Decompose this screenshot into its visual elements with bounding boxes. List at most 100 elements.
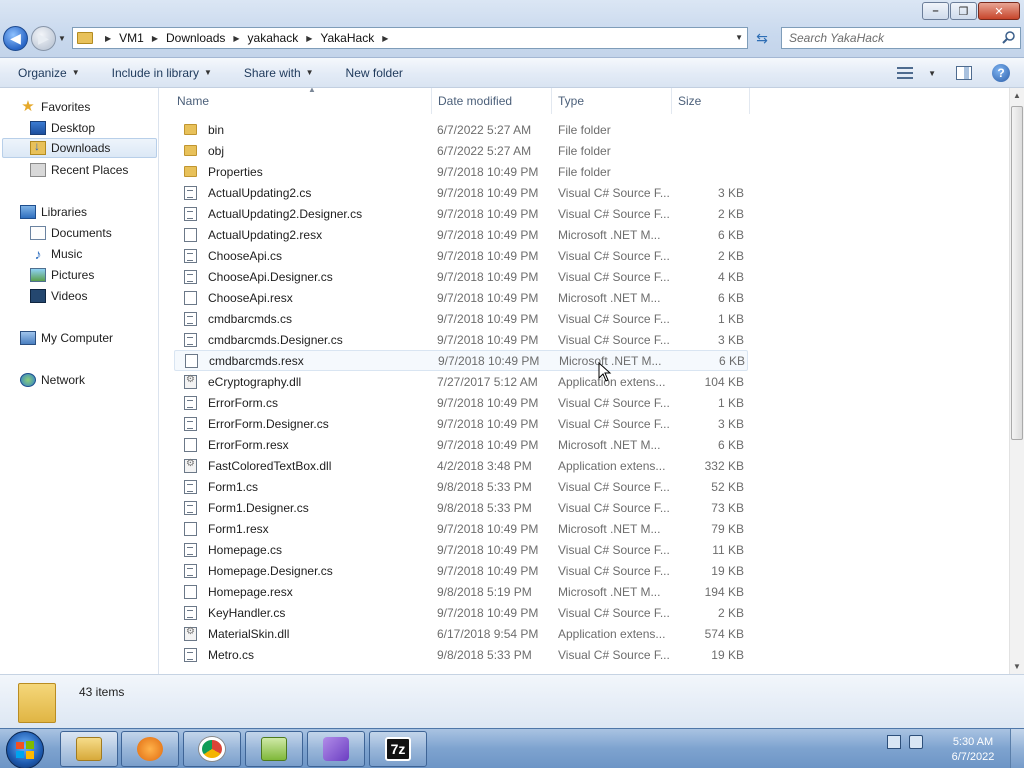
file-row[interactable]: Form1.Designer.cs 9/8/2018 5:33 PM Visual … <box>174 497 748 518</box>
search-input[interactable]: Search YakaHack <box>781 27 1021 49</box>
taskbar-7zip[interactable]: 7z <box>369 731 427 767</box>
change-view-icon[interactable] <box>897 67 914 79</box>
file-row[interactable]: Form1.cs 9/8/2018 5:33 PM Visual C# Source… <box>174 476 748 497</box>
breadcrumb-item[interactable]: YakaHack <box>320 31 374 45</box>
file-row[interactable]: Metro.cs 9/8/2018 5:33 PM Visual C# Source… <box>174 644 748 665</box>
file-row[interactable]: ActualUpdating2.resx 9/7/2018 10:49 PM Mic… <box>174 224 748 245</box>
column-header-date-modified[interactable]: Date modified <box>432 88 552 114</box>
file-row[interactable]: Properties 9/7/2018 10:49 PM File folder <box>174 161 748 182</box>
folder-icon <box>18 683 56 723</box>
file-name: ErrorForm.cs <box>208 395 278 410</box>
file-row[interactable]: MaterialSkin.dll 6/17/2018 9:54 PM Applica… <box>174 623 748 644</box>
breadcrumb-item[interactable]: Downloads <box>166 31 225 45</box>
file-row[interactable]: ActualUpdating2.cs 9/7/2018 10:49 PM Visua… <box>174 182 748 203</box>
start-button[interactable] <box>6 731 44 768</box>
search-icon[interactable] <box>1002 30 1016 44</box>
sidebar-item-favorites[interactable]: ★ Favorites <box>20 97 90 117</box>
file-row[interactable]: bin 6/7/2022 5:27 AM File folder <box>174 119 748 140</box>
file-name: cmdbarcmds.resx <box>209 353 304 368</box>
file-row[interactable]: ChooseApi.resx 9/7/2018 10:49 PM Microsoft… <box>174 287 748 308</box>
file-row[interactable]: cmdbarcmds.cs 9/7/2018 10:49 PM Visual C# … <box>174 308 748 329</box>
sidebar-item-label: Videos <box>51 289 88 303</box>
file-row[interactable]: ErrorForm.resx 9/7/2018 10:49 PM Microsoft… <box>174 434 748 455</box>
new-folder-button[interactable]: New folder <box>346 66 403 80</box>
taskbar-visual-studio[interactable] <box>307 731 365 767</box>
file-name: Homepage.cs <box>208 542 283 557</box>
taskbar-explorer[interactable] <box>60 731 118 767</box>
organize-menu[interactable]: Organize ▼ <box>18 66 80 80</box>
minimize-button[interactable]: – <box>922 2 949 20</box>
taskbar-notepad-plus[interactable] <box>245 731 303 767</box>
forward-button[interactable]: ▶ <box>31 26 56 51</box>
close-button[interactable]: ✕ <box>978 2 1020 20</box>
view-options-chevron-icon[interactable]: ▼ <box>928 69 936 78</box>
recent-pages-chevron-icon[interactable]: ▼ <box>58 34 66 43</box>
file-row[interactable]: ChooseApi.Designer.cs 9/7/2018 10:49 PM Vi… <box>174 266 748 287</box>
file-row[interactable]: ErrorForm.cs 9/7/2018 10:49 PM Visual C# S… <box>174 392 748 413</box>
sidebar-item-my-computer[interactable]: My Computer <box>20 328 113 348</box>
csharp-file-icon <box>184 206 197 221</box>
column-header-label: Date modified <box>438 94 513 108</box>
scroll-down-icon[interactable]: ▼ <box>1013 662 1021 671</box>
vertical-scrollbar[interactable]: ▲ ▼ <box>1009 88 1024 674</box>
address-bar[interactable]: ▶ VM1 ▶ Downloads ▶ yakahack ▶ YakaHack … <box>72 27 748 49</box>
refresh-icon[interactable]: ⇆ <box>752 29 772 47</box>
breadcrumb-chevron-icon[interactable]: ▶ <box>382 34 388 43</box>
preview-pane-icon[interactable] <box>956 66 972 80</box>
include-in-library-menu[interactable]: Include in library ▼ <box>112 66 212 80</box>
seven-zip-icon: 7z <box>385 737 411 761</box>
sidebar-item-videos[interactable]: Videos <box>30 286 87 306</box>
file-row[interactable]: FastColoredTextBox.dll 4/2/2018 3:48 PM Ap… <box>174 455 748 476</box>
network-tray-icon[interactable] <box>887 735 901 749</box>
csharp-file-icon <box>184 248 197 263</box>
sidebar-item-network[interactable]: Network <box>20 370 85 390</box>
file-name-cell: ActualUpdating2.Designer.cs <box>184 206 362 221</box>
share-with-menu[interactable]: Share with ▼ <box>244 66 314 80</box>
file-row[interactable]: Homepage.Designer.cs 9/7/2018 10:49 PM Vis… <box>174 560 748 581</box>
sidebar-item-documents[interactable]: Documents <box>30 223 112 243</box>
scroll-up-icon[interactable]: ▲ <box>1013 91 1021 100</box>
column-header-name[interactable]: Name ▲ <box>171 88 432 114</box>
file-row[interactable]: Form1.resx 9/7/2018 10:49 PM Microsoft .NE… <box>174 518 748 539</box>
show-desktop-button[interactable] <box>1010 729 1024 768</box>
sidebar-item-desktop[interactable]: Desktop <box>30 118 95 138</box>
sidebar-item-libraries[interactable]: Libraries <box>20 202 87 222</box>
file-row[interactable]: obj 6/7/2022 5:27 AM File folder <box>174 140 748 161</box>
resx-file-icon <box>185 353 198 368</box>
help-icon[interactable]: ? <box>992 64 1010 82</box>
file-type: Application extens... <box>558 458 666 473</box>
file-row[interactable]: cmdbarcmds.Designer.cs 9/7/2018 10:49 PM V… <box>174 329 748 350</box>
file-name: bin <box>208 122 225 137</box>
sidebar-item-pictures[interactable]: Pictures <box>30 265 94 285</box>
file-row[interactable]: ErrorForm.Designer.cs 9/7/2018 10:49 PM Vi… <box>174 413 748 434</box>
file-row[interactable]: KeyHandler.cs 9/7/2018 10:49 PM Visual C# … <box>174 602 748 623</box>
breadcrumb-item[interactable]: VM1 <box>119 31 144 45</box>
breadcrumb-chevron-icon[interactable]: ▶ <box>306 34 312 43</box>
clock[interactable]: 5:30 AM 6/7/2022 <box>946 735 1000 765</box>
breadcrumb-chevron-icon[interactable]: ▶ <box>152 34 158 43</box>
column-header-size[interactable]: Size <box>672 88 750 114</box>
maximize-button[interactable]: ❐ <box>950 2 977 20</box>
organize-label: Organize <box>18 65 67 80</box>
file-row[interactable]: Homepage.resx 9/8/2018 5:19 PM Microsoft .… <box>174 581 748 602</box>
back-button[interactable]: ◀ <box>3 26 28 51</box>
breadcrumb-chevron-icon[interactable]: ▶ <box>105 34 111 43</box>
breadcrumb-chevron-icon[interactable]: ▶ <box>233 34 239 43</box>
address-dropdown-icon[interactable]: ▼ <box>735 33 743 42</box>
volume-icon[interactable] <box>909 735 923 749</box>
sidebar-item-downloads[interactable]: Downloads <box>2 138 157 158</box>
file-name: cmdbarcmds.Designer.cs <box>208 332 343 347</box>
column-header-type[interactable]: Type <box>552 88 672 114</box>
media-player-icon <box>137 737 163 761</box>
file-row[interactable]: eCryptography.dll 7/27/2017 5:12 AM Applic… <box>174 371 748 392</box>
sidebar-item-recent-places[interactable]: Recent Places <box>30 160 128 180</box>
sidebar-item-music[interactable]: ♪ Music <box>30 244 83 264</box>
scrollbar-thumb[interactable] <box>1011 106 1023 440</box>
file-row[interactable]: cmdbarcmds.resx 9/7/2018 10:49 PM Microsof… <box>174 350 748 371</box>
file-row[interactable]: Homepage.cs 9/7/2018 10:49 PM Visual C# So… <box>174 539 748 560</box>
taskbar-chrome[interactable] <box>183 731 241 767</box>
file-row[interactable]: ChooseApi.cs 9/7/2018 10:49 PM Visual C# S… <box>174 245 748 266</box>
breadcrumb-item[interactable]: yakahack <box>248 31 299 45</box>
taskbar-media-player[interactable] <box>121 731 179 767</box>
file-row[interactable]: ActualUpdating2.Designer.cs 9/7/2018 10:4… <box>174 203 748 224</box>
